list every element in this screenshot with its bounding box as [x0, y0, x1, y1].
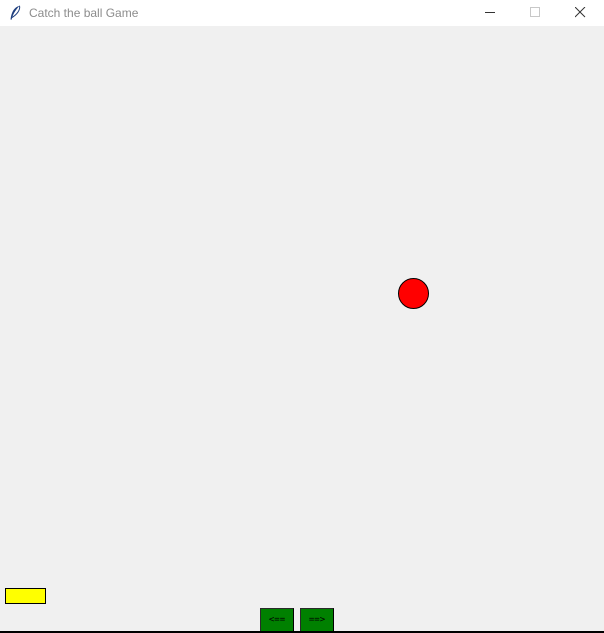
move-left-button[interactable]: <== — [260, 608, 294, 633]
paddle — [5, 588, 46, 604]
game-canvas[interactable]: <== ==> — [0, 28, 604, 633]
minimize-icon — [485, 12, 495, 13]
move-right-button[interactable]: ==> — [300, 608, 334, 633]
maximize-icon — [530, 7, 540, 17]
maximize-button[interactable] — [513, 0, 558, 26]
minimize-button[interactable] — [468, 0, 513, 26]
close-button[interactable] — [558, 0, 603, 26]
close-icon — [575, 7, 586, 18]
title-bar[interactable]: Catch the ball Game — [0, 0, 604, 26]
feather-icon — [8, 5, 22, 21]
ball — [398, 278, 429, 309]
game-window: Catch the ball Game <== ==> — [0, 0, 604, 633]
window-title: Catch the ball Game — [29, 6, 139, 20]
